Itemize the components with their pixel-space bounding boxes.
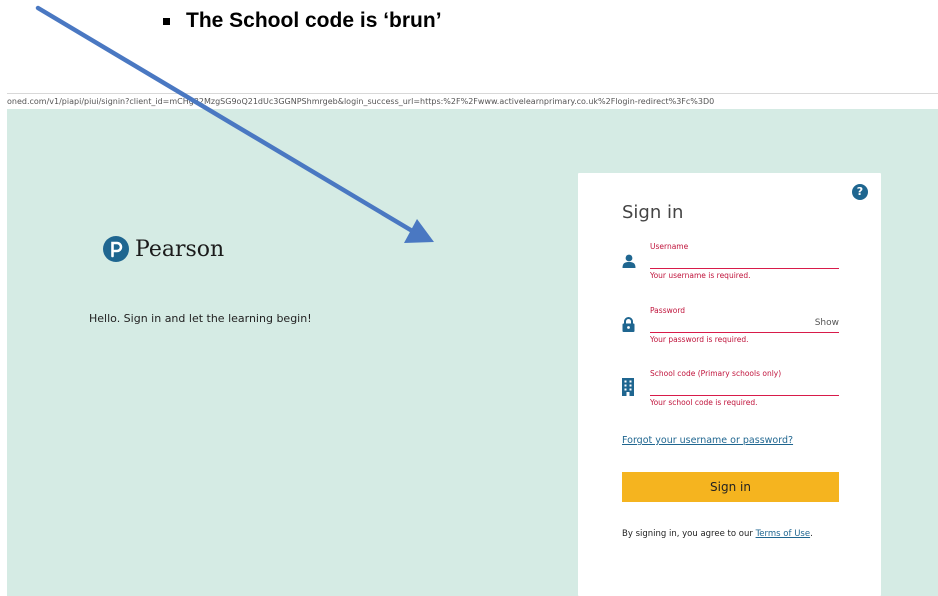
terms-prefix: By signing in, you agree to our — [622, 529, 756, 539]
school-code-label: School code (Primary schools only) — [650, 369, 782, 378]
show-password-toggle[interactable]: Show — [815, 318, 839, 328]
school-code-input[interactable] — [650, 379, 839, 396]
document-bullet: The School code is ‘brun’ — [163, 6, 442, 36]
user-icon — [622, 254, 636, 268]
signin-page: Pearson Hello. Sign in and let the learn… — [7, 109, 938, 596]
brand-name: Pearson — [135, 236, 225, 262]
signin-title: Sign in — [622, 202, 684, 223]
bullet-marker — [163, 17, 170, 25]
building-icon — [622, 378, 634, 396]
pearson-logo: Pearson — [103, 236, 224, 262]
address-bar[interactable]: oned.com/v1/piapi/piui/signin?client_id=… — [7, 93, 938, 109]
tagline: Hello. Sign in and let the learning begi… — [89, 312, 312, 325]
lock-icon — [622, 317, 635, 332]
password-error: Your password is required. — [650, 335, 749, 344]
password-label: Password — [650, 306, 686, 315]
username-label: Username — [650, 242, 689, 251]
signin-card: ? Sign in Username Your username is requ… — [578, 173, 881, 596]
username-input[interactable] — [650, 252, 839, 269]
username-error: Your username is required. — [650, 271, 751, 280]
address-url[interactable]: oned.com/v1/piapi/piui/signin?client_id=… — [7, 97, 714, 106]
bullet-text: The School code is ‘brun’ — [186, 9, 442, 32]
terms-of-use-link[interactable]: Terms of Use — [756, 529, 811, 539]
password-input[interactable] — [650, 316, 839, 333]
forgot-credentials-link[interactable]: Forgot your username or password? — [622, 435, 793, 446]
terms-suffix: . — [810, 529, 813, 539]
sign-in-button[interactable]: Sign in — [622, 472, 839, 502]
pearson-p-icon — [103, 236, 129, 262]
school-code-error: Your school code is required. — [650, 398, 758, 407]
help-icon[interactable]: ? — [852, 184, 868, 200]
terms-notice: By signing in, you agree to our Terms of… — [622, 529, 813, 539]
